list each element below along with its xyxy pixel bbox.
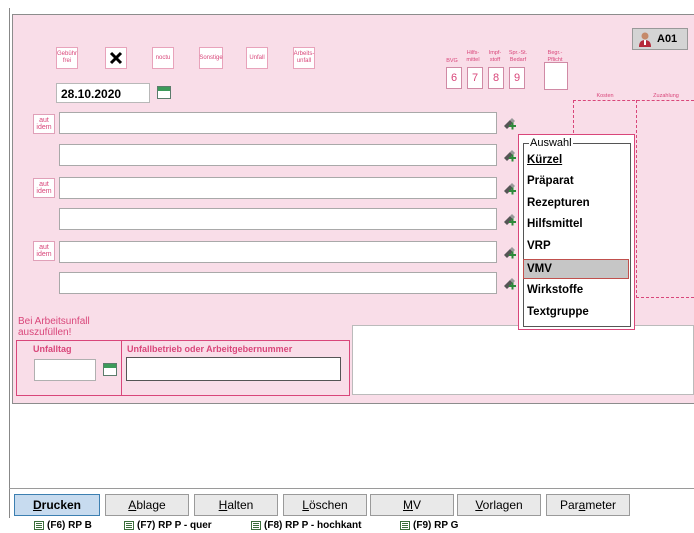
user-icon (639, 32, 651, 47)
prescription-line-4[interactable] (59, 208, 497, 230)
checkbox-arbeitsunfall[interactable]: Arbeits-unfall (293, 47, 315, 69)
checkbox-gebuehr-frei-label: Gebühr frei (57, 51, 78, 64)
fkey-f6-label: (F6) RP B (47, 520, 92, 531)
aut-idem-2[interactable]: aut idem (33, 178, 55, 198)
ablage-button[interactable]: Ablage (105, 494, 189, 516)
user-badge[interactable]: A01 (632, 28, 688, 50)
cost-column-divider (636, 100, 637, 298)
remarks-area[interactable] (352, 325, 694, 395)
parameter-button[interactable]: Parameter (546, 494, 630, 516)
fkey-f6[interactable]: (F6) RP B (34, 520, 92, 531)
code-box-bvg[interactable]: 6 (446, 67, 462, 89)
label-kosten: Kosten (596, 93, 614, 99)
add-drug-icon[interactable] (501, 116, 517, 132)
mv-button[interactable]: MV (370, 494, 454, 516)
calendar-icon[interactable] (157, 86, 171, 99)
auswahl-title: Auswahl (529, 137, 573, 149)
fkey-f8-label: (F8) RP P - hochkant (264, 520, 362, 531)
checkbox-sonstige-label: Sonstige (199, 54, 223, 61)
label-spr-st-bedarf: Spr.-St. Bedarf (508, 50, 528, 63)
menu-item-wirkstoffe[interactable]: Wirkstoffe (524, 281, 628, 301)
prescription-line-6[interactable] (59, 272, 497, 294)
checkbox-noctu[interactable]: noctu (152, 47, 174, 69)
menu-item-hilfsmittel[interactable]: Hilfsmittel (524, 215, 628, 235)
print-form-icon (251, 521, 261, 530)
halten-button[interactable]: Halten (194, 494, 278, 516)
aut-idem-1[interactable]: aut idem (33, 114, 55, 134)
add-drug-icon[interactable] (501, 212, 517, 228)
prescription-line-3[interactable] (59, 177, 497, 199)
label-zuzahlung: Zuzahlung (653, 93, 679, 99)
prescription-line-1[interactable] (59, 112, 497, 134)
unfallbetrieb-label: Unfallbetrieb oder Arbeitgebernummer (127, 344, 293, 354)
checkbox-mark[interactable] (105, 47, 127, 69)
label-impfstoff: Impf-stoff (488, 50, 502, 63)
prescription-line-5[interactable] (59, 241, 497, 263)
add-drug-icon[interactable] (501, 245, 517, 261)
label-bvg: BVG (446, 58, 458, 64)
cost-top-line (573, 100, 694, 101)
bottom-divider (9, 488, 694, 489)
vorlagen-button[interactable]: Vorlagen (457, 494, 541, 516)
checkbox-unfall-label: Unfall (249, 54, 265, 61)
menu-item-kuerzel[interactable]: Kürzel (524, 151, 628, 171)
prescription-line-2[interactable] (59, 144, 497, 166)
fkey-f9[interactable]: (F9) RP G (400, 520, 458, 531)
add-drug-icon[interactable] (501, 276, 517, 292)
drucken-button[interactable]: Drucken (14, 494, 100, 516)
unfalltag-label: Unfalltag (33, 344, 72, 354)
print-form-icon (400, 521, 410, 530)
calendar-icon[interactable] (103, 363, 117, 376)
print-form-icon (34, 521, 44, 530)
fkey-f8[interactable]: (F8) RP P - hochkant (251, 520, 361, 531)
print-form-icon (124, 521, 134, 530)
checkbox-arbeitsunfall-label: Arbeits-unfall (293, 51, 315, 64)
code-box-hilfsmittel[interactable]: 7 (467, 67, 483, 89)
user-badge-label: A01 (657, 33, 678, 45)
code-box-spr-st-bedarf[interactable]: 9 (509, 67, 525, 89)
add-drug-icon[interactable] (501, 148, 517, 164)
menu-item-praeparat[interactable]: Präparat (524, 172, 628, 192)
accident-note: Bei Arbeitsunfall auszufüllen! (18, 316, 90, 338)
loeschen-button[interactable]: Löschen (283, 494, 367, 516)
window-left-border (9, 8, 10, 518)
label-hilfsmittel: Hilfs-mittel (466, 50, 480, 63)
checkbox-noctu-label: noctu (155, 54, 171, 61)
cost-bottom-line (636, 297, 694, 298)
fkey-f9-label: (F9) RP G (413, 520, 459, 531)
menu-item-textgruppe[interactable]: Textgruppe (524, 303, 628, 323)
menu-item-rezepturen[interactable]: Rezepturen (524, 194, 628, 214)
checkbox-gebuehr-frei[interactable]: Gebühr frei (56, 47, 78, 69)
code-box-impfstoff[interactable]: 8 (488, 67, 504, 89)
checkbox-unfall[interactable]: Unfall (246, 47, 268, 69)
x-mark-icon (109, 51, 123, 65)
unfallbetrieb-input[interactable] (126, 357, 341, 381)
menu-item-vmv[interactable]: VMV (523, 259, 629, 279)
code-box-begr-pflicht[interactable] (544, 62, 568, 90)
fkey-f7[interactable]: (F7) RP P - quer (124, 520, 212, 531)
menu-item-vrp[interactable]: VRP (524, 237, 628, 257)
checkbox-sonstige[interactable]: Sonstige (199, 47, 223, 69)
add-drug-icon[interactable] (501, 181, 517, 197)
auswahl-popup: Auswahl Kürzel Präparat Rezepturen Hilfs… (518, 134, 635, 330)
unfalltag-input[interactable] (34, 359, 96, 381)
fkey-f7-label: (F7) RP P - quer (137, 520, 212, 531)
accident-box-divider (121, 340, 122, 396)
aut-idem-3[interactable]: aut idem (33, 241, 55, 261)
date-field[interactable]: 28.10.2020 (56, 83, 150, 103)
